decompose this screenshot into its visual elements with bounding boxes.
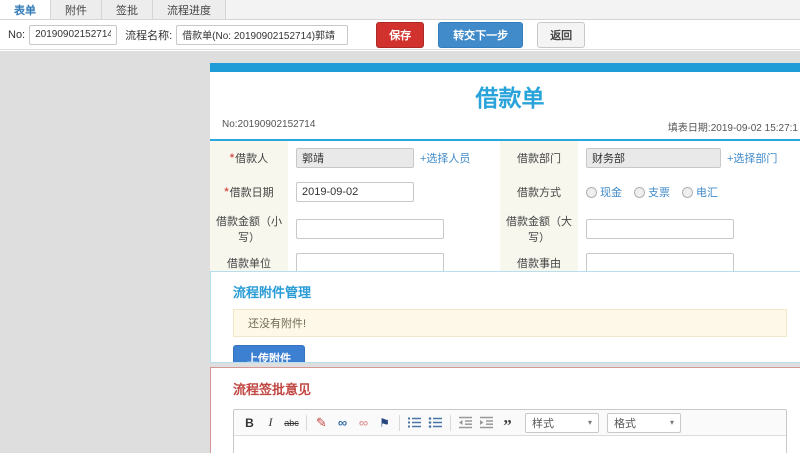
ordered-list-icon[interactable] [405,413,424,432]
form-number-text: No:20190902152714 [222,119,316,130]
back-button[interactable]: 返回 [537,21,586,48]
radio-icon [634,186,645,198]
loan-reason-input[interactable] [586,253,734,273]
amount-lowercase-label: 借款金额（小写） [210,209,288,249]
form-fill-date-text: 填表日期:2019-09-02 15:27:1 [667,123,798,134]
remove-format-icon[interactable]: ✎ [312,413,331,432]
content-area: 借款单 No:20190902152714 填表日期:2019-09-02 15… [0,51,800,453]
select-person-link[interactable]: +选择人员 [420,150,470,166]
loan-form-screen: 表单 附件 签批 流程进度 No: 流程名称: 保存 转交下一步 返回 借款单 … [0,0,800,453]
unordered-list-icon[interactable] [426,413,445,432]
strikethrough-icon[interactable]: abc [282,413,301,432]
editor-content-area[interactable] [234,436,786,453]
no-label: No: [8,28,26,41]
chevron-down-icon: ▾ [669,418,674,427]
rich-text-editor: B I abc ✎ ∞ ∞ ⚑ ” 样式 ▾ 格式 ▾ [233,409,787,453]
loan-date-label: * 借款日期 [210,175,288,209]
amount-uppercase-label: 借款金额（大写） [500,209,578,249]
attachment-management-panel: 流程附件管理 还没有附件! 上传附件 [210,271,800,363]
indent-icon[interactable] [477,413,496,432]
upload-attachment-button[interactable]: 上传附件 [233,345,305,362]
save-button[interactable]: 保存 [376,21,425,48]
department-label: 借款部门 [500,141,578,175]
outdent-icon[interactable] [456,413,475,432]
approval-comments-panel: 流程签批意见 B I abc ✎ ∞ ∞ ⚑ ” 样式 ▾ 格式 ▾ [210,367,800,453]
tab-approval[interactable]: 签批 [102,0,153,19]
amount-uppercase-input[interactable] [586,219,734,239]
amount-lowercase-value-cell [288,209,500,249]
department-value-cell: +选择部门 [578,141,800,175]
styles-dropdown[interactable]: 样式 ▾ [525,412,599,433]
no-input[interactable] [29,24,118,45]
tab-form[interactable]: 表单 [0,0,51,19]
loan-date-input[interactable] [296,182,414,202]
panel-top-accent-bar [210,63,800,72]
loan-unit-input[interactable] [296,253,444,273]
unlink-icon[interactable]: ∞ [354,413,373,432]
process-name-label: 流程名称: [125,29,173,42]
no-attachment-alert: 还没有附件! [233,309,787,337]
payment-cheque-radio[interactable]: 支票 [634,184,670,200]
required-mark: * [229,152,235,164]
borrower-input[interactable] [296,148,414,168]
radio-icon [586,186,597,198]
loan-method-value-cell: 现金 支票 电汇 [578,175,800,209]
radio-icon [682,186,693,198]
loan-form-panel: 借款单 No:20190902152714 填表日期:2019-09-02 15… [210,63,800,280]
select-department-link[interactable]: +选择部门 [727,150,777,166]
loan-method-label: 借款方式 [500,175,578,209]
tab-attachments[interactable]: 附件 [51,0,102,19]
amount-uppercase-value-cell [578,209,800,249]
chevron-down-icon: ▾ [587,418,592,427]
tab-bar: 表单 附件 签批 流程进度 [0,0,800,20]
payment-wire-radio[interactable]: 电汇 [682,184,718,200]
anchor-flag-icon[interactable]: ⚑ [375,413,394,432]
bold-icon[interactable]: B [240,413,259,432]
loan-form-grid: * 借款人 +选择人员 借款部门 +选择部门 * 借款日期 [210,141,800,280]
amount-lowercase-input[interactable] [296,219,444,239]
blockquote-icon[interactable]: ” [498,413,517,434]
form-meta-row: No:20190902152714 填表日期:2019-09-02 15:27:… [210,115,800,141]
loan-date-value-cell [288,175,500,209]
borrower-value-cell: +选择人员 [288,141,500,175]
process-name-input[interactable] [176,24,349,45]
required-mark: * [224,186,229,198]
attachment-panel-heading: 流程附件管理 [233,285,312,300]
department-input[interactable] [586,148,721,168]
forward-next-step-button[interactable]: 转交下一步 [438,21,524,48]
editor-toolbar: B I abc ✎ ∞ ∞ ⚑ ” 样式 ▾ 格式 ▾ [234,410,786,436]
italic-icon[interactable]: I [261,413,280,432]
toolbar-separator [306,414,307,431]
borrower-label: * 借款人 [210,141,288,175]
link-icon[interactable]: ∞ [333,413,352,432]
toolbar-separator [399,414,400,431]
action-toolbar: No: 流程名称: 保存 转交下一步 返回 [0,20,800,50]
form-title: 借款单 [475,85,545,111]
tab-process-progress[interactable]: 流程进度 [153,0,226,19]
toolbar-separator [450,414,451,431]
approval-panel-heading: 流程签批意见 [233,382,312,397]
format-dropdown[interactable]: 格式 ▾ [607,412,681,433]
payment-cash-radio[interactable]: 现金 [586,184,622,200]
